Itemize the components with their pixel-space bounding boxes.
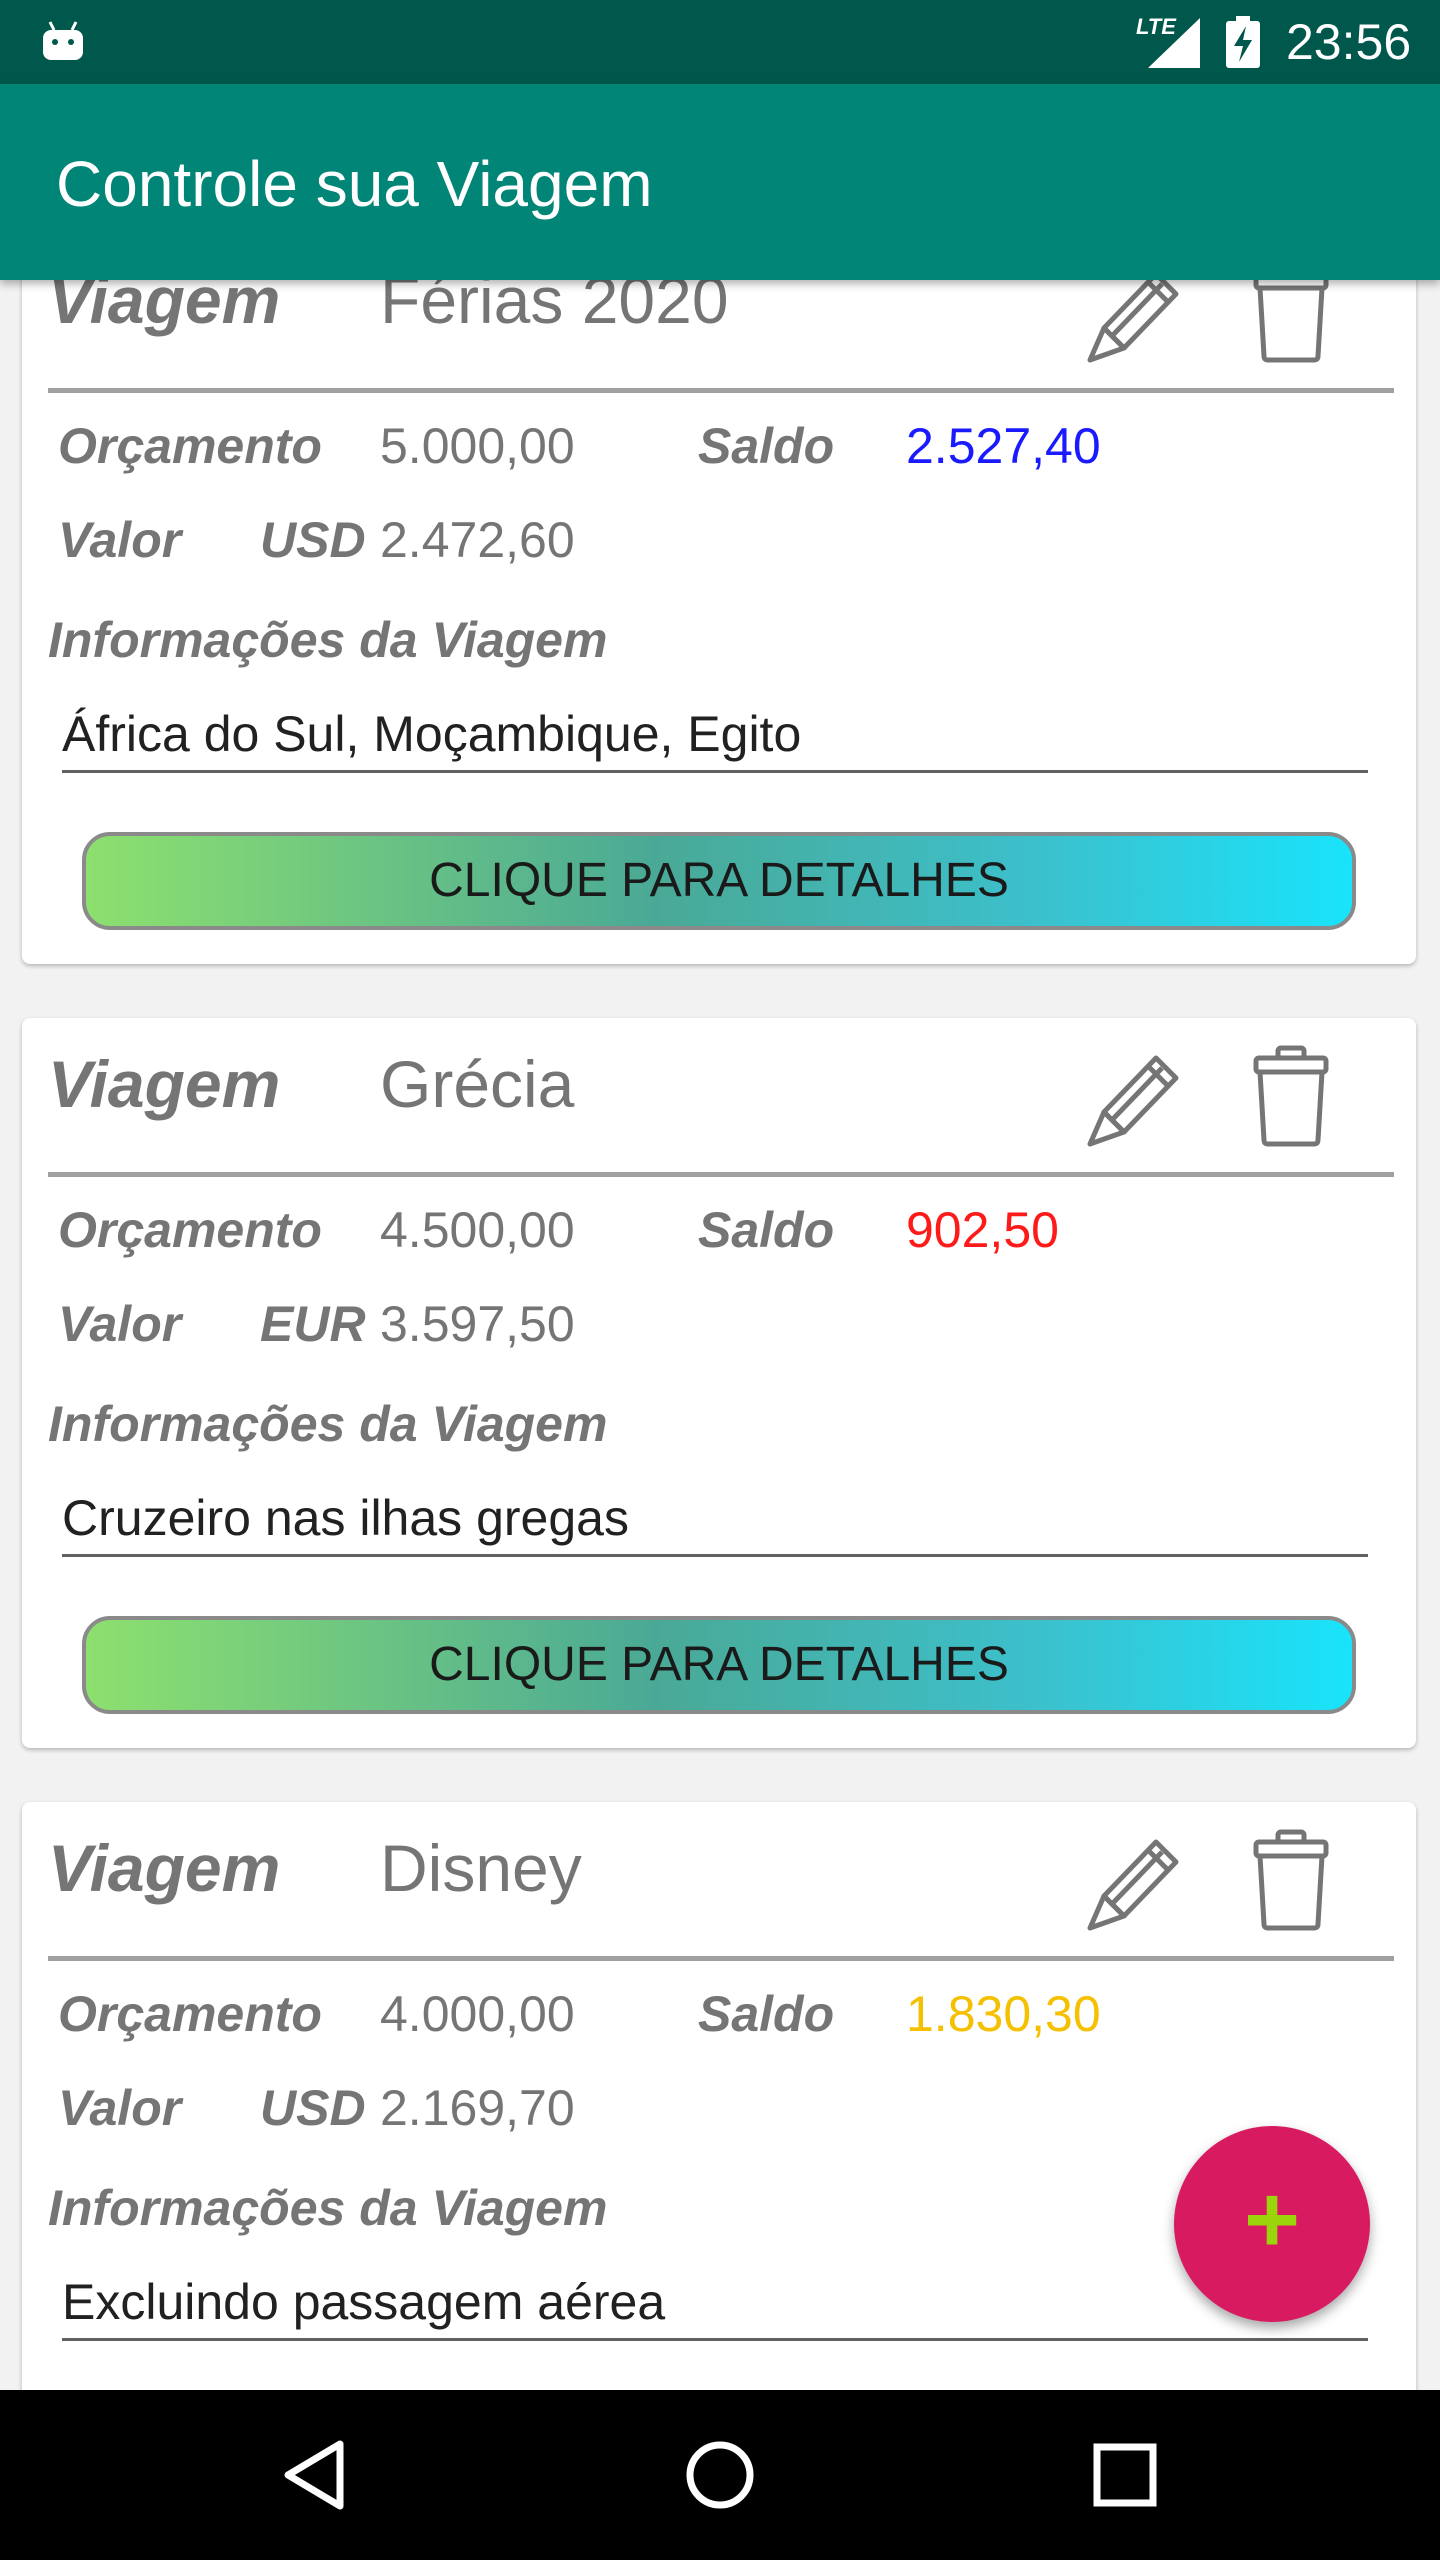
trip-card: Viagem Disney Orçamento 4.000,00 Saldo 1… <box>22 1802 1416 2390</box>
balance-label: Saldo <box>698 418 835 474</box>
separator <box>48 1172 1394 1177</box>
value-label: Valor <box>58 1296 182 1352</box>
trash-icon[interactable] <box>1250 280 1332 364</box>
trip-label: Viagem <box>48 280 281 337</box>
pencil-icon[interactable] <box>1082 1824 1192 1934</box>
trip-name: Disney <box>380 1831 582 1905</box>
trash-icon[interactable] <box>1250 1044 1332 1148</box>
android-icon <box>43 21 83 60</box>
balance-value: 1.830,30 <box>906 1986 1101 2042</box>
budget-label: Orçamento <box>58 418 322 474</box>
spent-value: 2.169,70 <box>380 2080 575 2136</box>
back-triangle-icon[interactable] <box>270 2430 360 2520</box>
spent-value: 2.472,60 <box>380 512 575 568</box>
signal-icon <box>1148 18 1200 68</box>
value-label: Valor <box>58 2080 182 2136</box>
trip-info-field[interactable]: Cruzeiro nas ilhas gregas <box>62 1486 1368 1557</box>
budget-value: 5.000,00 <box>380 418 575 474</box>
info-label: Informações da Viagem <box>48 1396 608 1452</box>
balance-value: 2.527,40 <box>906 418 1101 474</box>
spent-value: 3.597,50 <box>380 1296 575 1352</box>
balance-value: 902,50 <box>906 1202 1059 1258</box>
battery-charging-icon <box>1226 16 1260 68</box>
trip-card: Viagem Férias 2020 Orçamento 5.000,00 Sa… <box>22 280 1416 964</box>
pencil-icon[interactable] <box>1082 1040 1192 1150</box>
trip-name: Grécia <box>380 1047 575 1121</box>
clock: 23:56 <box>1286 14 1412 70</box>
trip-label: Viagem <box>48 1047 281 1121</box>
info-label: Informações da Viagem <box>48 2180 608 2236</box>
details-button[interactable]: CLIQUE PARA DETALHES <box>82 832 1356 930</box>
separator <box>48 1956 1394 1961</box>
budget-value: 4.500,00 <box>380 1202 575 1258</box>
balance-label: Saldo <box>698 1202 835 1258</box>
trip-card: Viagem Grécia Orçamento 4.500,00 Saldo 9… <box>22 1018 1416 1748</box>
separator <box>48 388 1394 393</box>
budget-label: Orçamento <box>58 1986 322 2042</box>
app-title: Controle sua Viagem <box>56 148 653 220</box>
balance-label: Saldo <box>698 1986 835 2042</box>
app-bar: Controle sua Viagem <box>0 84 1440 280</box>
info-label: Informações da Viagem <box>48 612 608 668</box>
recents-square-icon[interactable] <box>1080 2430 1170 2520</box>
value-label: Valor <box>58 512 182 568</box>
trip-info-field[interactable]: África do Sul, Moçambique, Egito <box>62 702 1368 773</box>
currency-label: EUR <box>260 1296 366 1352</box>
navigation-bar <box>0 2390 1440 2560</box>
trash-icon[interactable] <box>1250 1828 1332 1932</box>
details-button[interactable]: CLIQUE PARA DETALHES <box>82 1616 1356 1714</box>
status-bar: LTE 23:56 <box>0 0 1440 84</box>
currency-label: USD <box>260 512 366 568</box>
trip-info-field[interactable]: Excluindo passagem aérea <box>62 2270 1368 2341</box>
currency-label: USD <box>260 2080 366 2136</box>
trip-label: Viagem <box>48 1831 281 1905</box>
budget-value: 4.000,00 <box>380 1986 575 2042</box>
trip-name: Férias 2020 <box>380 280 729 337</box>
budget-label: Orçamento <box>58 1202 322 1258</box>
home-circle-icon[interactable] <box>675 2430 765 2520</box>
add-trip-button[interactable]: + <box>1174 2126 1370 2322</box>
pencil-icon[interactable] <box>1082 280 1192 366</box>
trip-list[interactable]: Viagem Férias 2020 Orçamento 5.000,00 Sa… <box>0 280 1440 2390</box>
